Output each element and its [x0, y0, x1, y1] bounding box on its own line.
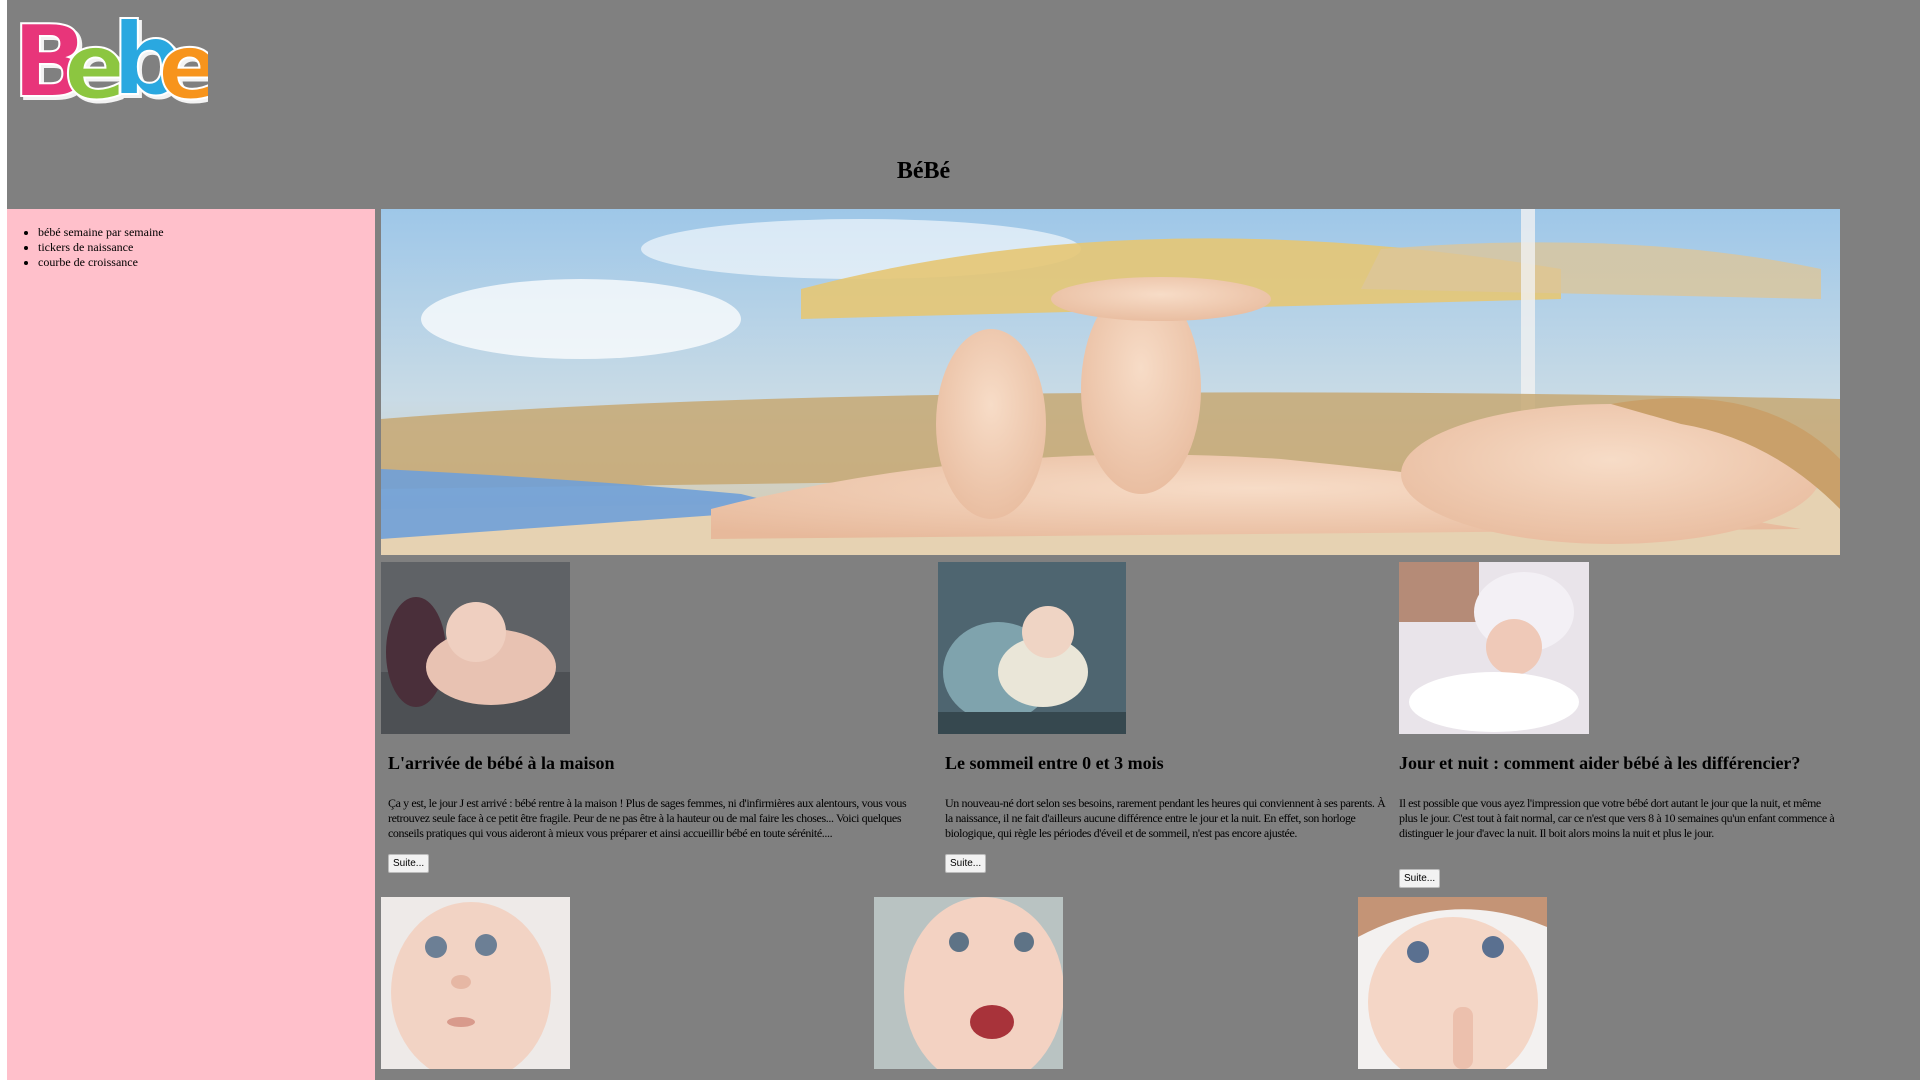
svg-text:e: e [158, 13, 208, 106]
sidebar: bébé semaine par semaine tickers de nais… [7, 209, 375, 1080]
article-image-arrivee [381, 562, 570, 734]
article-title-jour-nuit[interactable]: Jour et nuit : comment aider bébé à les … [1399, 753, 1800, 774]
sidebar-item-semaine[interactable]: bébé semaine par semaine [38, 225, 375, 240]
article-text-jour-nuit: Il est possible que vous ayez l'impressi… [1399, 796, 1835, 840]
sidebar-list: bébé semaine par semaine tickers de nais… [7, 225, 375, 270]
sidebar-item-tickers[interactable]: tickers de naissance [38, 240, 375, 255]
hero-image [381, 209, 1840, 555]
article-title-sommeil[interactable]: Le sommeil entre 0 et 3 mois [945, 753, 1164, 774]
suite-button-arrivee[interactable]: Suite... [388, 854, 430, 873]
article-image-jour-nuit [1399, 562, 1589, 734]
suite-button-jour-nuit[interactable]: Suite... [1399, 869, 1441, 888]
article-title-arrivee[interactable]: L'arrivée de bébé à la maison [388, 753, 614, 774]
page-title: BéBé [896, 158, 951, 184]
article-text-sommeil: Un nouveau-né dort selon ses besoins, ra… [945, 796, 1386, 840]
bebe-logo[interactable]: B e b e [12, 0, 208, 106]
gallery-image-2 [874, 897, 1063, 1069]
article-text-arrivee: Ça y est, le jour J est arrivé : bébé re… [388, 796, 907, 840]
sidebar-item-croissance[interactable]: courbe de croissance [38, 255, 375, 270]
gallery-image-1 [381, 897, 570, 1069]
suite-button-sommeil[interactable]: Suite... [945, 854, 987, 873]
article-image-sommeil [938, 562, 1126, 734]
gallery-image-3 [1358, 897, 1547, 1069]
